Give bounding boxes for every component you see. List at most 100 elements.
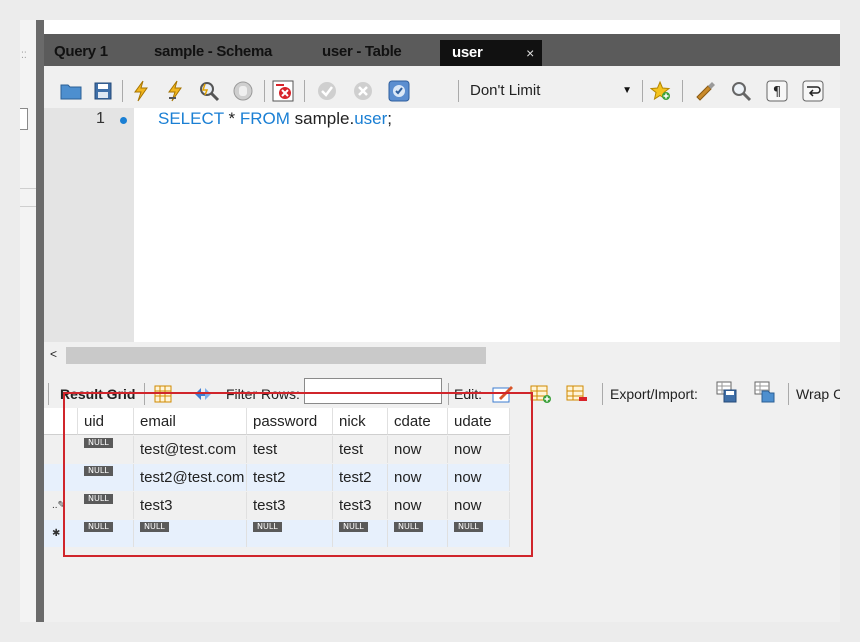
commit-icon[interactable] xyxy=(314,79,340,103)
table-row[interactable]: ..✎ NULL test3 test3 test3 now now xyxy=(44,492,510,519)
cell-udate[interactable]: now xyxy=(448,464,510,491)
cell-nick[interactable]: test xyxy=(333,436,388,463)
tab-query-1[interactable]: Query 1 xyxy=(54,38,108,66)
result-grid-tab[interactable]: Result Grid xyxy=(60,386,135,402)
sql-editor[interactable]: 1 SELECT * FROM sample.user; xyxy=(44,108,840,342)
workbench-window: ⁚⁚ Query 1 sample - Schema user - Table … xyxy=(20,20,840,622)
null-badge: NULL xyxy=(253,522,282,532)
column-header-nick[interactable]: nick xyxy=(333,408,388,435)
divider xyxy=(20,206,36,207)
cell-uid[interactable]: NULL xyxy=(78,464,134,491)
filter-rows-label: Filter Rows: xyxy=(226,386,300,402)
line-number: 1 xyxy=(96,110,105,127)
cell-password[interactable]: test xyxy=(247,436,333,463)
execute-icon[interactable] xyxy=(128,79,154,103)
edit-label: Edit: xyxy=(454,386,483,402)
edit-row-icon[interactable] xyxy=(490,382,516,406)
table-row[interactable]: NULL test@test.com test test now now xyxy=(44,436,510,463)
line-gutter: 1 xyxy=(44,108,134,342)
edit-row-marker-icon: ..✎ xyxy=(52,500,66,511)
column-header-cdate[interactable]: cdate xyxy=(388,408,448,435)
cell-uid[interactable]: NULL xyxy=(78,492,134,519)
tab-sample-schema[interactable]: sample - Schema xyxy=(154,38,272,66)
cell-udate[interactable]: now xyxy=(448,436,510,463)
cell-password[interactable]: test2 xyxy=(247,464,333,491)
column-header-email[interactable]: email xyxy=(134,408,247,435)
cell-password[interactable]: NULL xyxy=(247,520,333,547)
cell-nick[interactable]: test3 xyxy=(333,492,388,519)
beautify-icon[interactable] xyxy=(692,79,718,103)
side-panel: ⁚⁚ xyxy=(20,20,36,622)
sql-code-line[interactable]: SELECT * FROM sample.user; xyxy=(158,109,392,129)
cell-nick[interactable]: test2 xyxy=(333,464,388,491)
wrap-cell-label[interactable]: Wrap C xyxy=(796,386,840,402)
limit-value: Don't Limit xyxy=(470,82,541,99)
cell-email[interactable]: NULL xyxy=(134,520,247,547)
grid-header-row: uid email password nick cdate udate xyxy=(44,408,510,435)
null-badge: NULL xyxy=(84,522,113,532)
close-icon[interactable]: × xyxy=(526,40,534,66)
cell-uid[interactable]: NULL xyxy=(78,520,134,547)
side-search-input[interactable] xyxy=(20,108,28,130)
tab-user[interactable]: user × xyxy=(440,40,542,66)
limit-rows-select[interactable]: Don't Limit ▼ xyxy=(464,79,634,103)
folder-icon[interactable] xyxy=(58,79,84,103)
cell-cdate[interactable]: now xyxy=(388,464,448,491)
null-badge: NULL xyxy=(140,522,169,532)
import-icon[interactable] xyxy=(752,380,778,404)
tab-label: user - Table xyxy=(322,43,402,60)
new-row[interactable]: ✱ NULL NULL NULL NULL NULL NULL xyxy=(44,520,510,547)
refresh-icon[interactable] xyxy=(190,382,216,406)
svg-text:¶: ¶ xyxy=(773,85,781,100)
column-header-udate[interactable]: udate xyxy=(448,408,510,435)
scroll-left-arrow[interactable]: < xyxy=(50,347,57,361)
rollback-icon[interactable] xyxy=(350,79,376,103)
table-row[interactable]: NULL test2@test.com test2 test2 now now xyxy=(44,464,510,491)
autocommit-icon[interactable] xyxy=(386,79,412,103)
toggle-error-icon[interactable] xyxy=(270,79,296,103)
cell-uid[interactable]: NULL xyxy=(78,436,134,463)
cell-password[interactable]: test3 xyxy=(247,492,333,519)
tab-user-table[interactable]: user - Table xyxy=(322,38,402,66)
cell-email[interactable]: test3 xyxy=(134,492,247,519)
bookmark-icon[interactable] xyxy=(648,79,674,103)
sql-text: * xyxy=(223,109,240,128)
save-icon[interactable] xyxy=(90,79,116,103)
cell-cdate[interactable]: now xyxy=(388,436,448,463)
cell-udate[interactable]: NULL xyxy=(448,520,510,547)
null-badge: NULL xyxy=(339,522,368,532)
null-badge: NULL xyxy=(394,522,423,532)
divider xyxy=(20,188,36,189)
sql-text: ; xyxy=(387,109,392,128)
invisible-chars-icon[interactable]: ¶ xyxy=(764,79,790,103)
horizontal-scrollbar[interactable]: < xyxy=(44,344,840,366)
wrap-icon[interactable] xyxy=(800,79,826,103)
scrollbar-thumb[interactable] xyxy=(66,347,486,364)
cell-cdate[interactable]: now xyxy=(388,492,448,519)
query-toolbar: Don't Limit ▼ ¶ xyxy=(44,74,840,108)
execute-current-icon[interactable] xyxy=(162,79,188,103)
sql-table-name: user xyxy=(354,109,388,128)
grid-view-icon[interactable] xyxy=(150,382,176,406)
insert-row-icon[interactable] xyxy=(528,382,554,406)
find-icon[interactable] xyxy=(728,79,754,103)
tab-bar: Query 1 sample - Schema user - Table use… xyxy=(44,34,840,66)
export-icon[interactable] xyxy=(714,380,740,404)
cell-udate[interactable]: now xyxy=(448,492,510,519)
sql-text: sample. xyxy=(289,109,355,128)
cell-nick[interactable]: NULL xyxy=(333,520,388,547)
cell-cdate[interactable]: NULL xyxy=(388,520,448,547)
column-header-password[interactable]: password xyxy=(247,408,333,435)
delete-row-icon[interactable] xyxy=(564,382,590,406)
chevron-down-icon: ▼ xyxy=(622,85,632,96)
stop-icon[interactable] xyxy=(230,79,256,103)
cell-email[interactable]: test2@test.com xyxy=(134,464,247,491)
panel-splitter[interactable] xyxy=(36,20,44,622)
cell-email[interactable]: test@test.com xyxy=(134,436,247,463)
explain-icon[interactable] xyxy=(196,79,222,103)
filter-rows-input[interactable] xyxy=(304,378,442,404)
tab-label: sample - Schema xyxy=(154,43,273,60)
column-header-uid[interactable]: uid xyxy=(78,408,134,435)
null-badge: NULL xyxy=(84,494,113,504)
result-grid[interactable]: uid email password nick cdate udate NULL… xyxy=(44,408,514,568)
